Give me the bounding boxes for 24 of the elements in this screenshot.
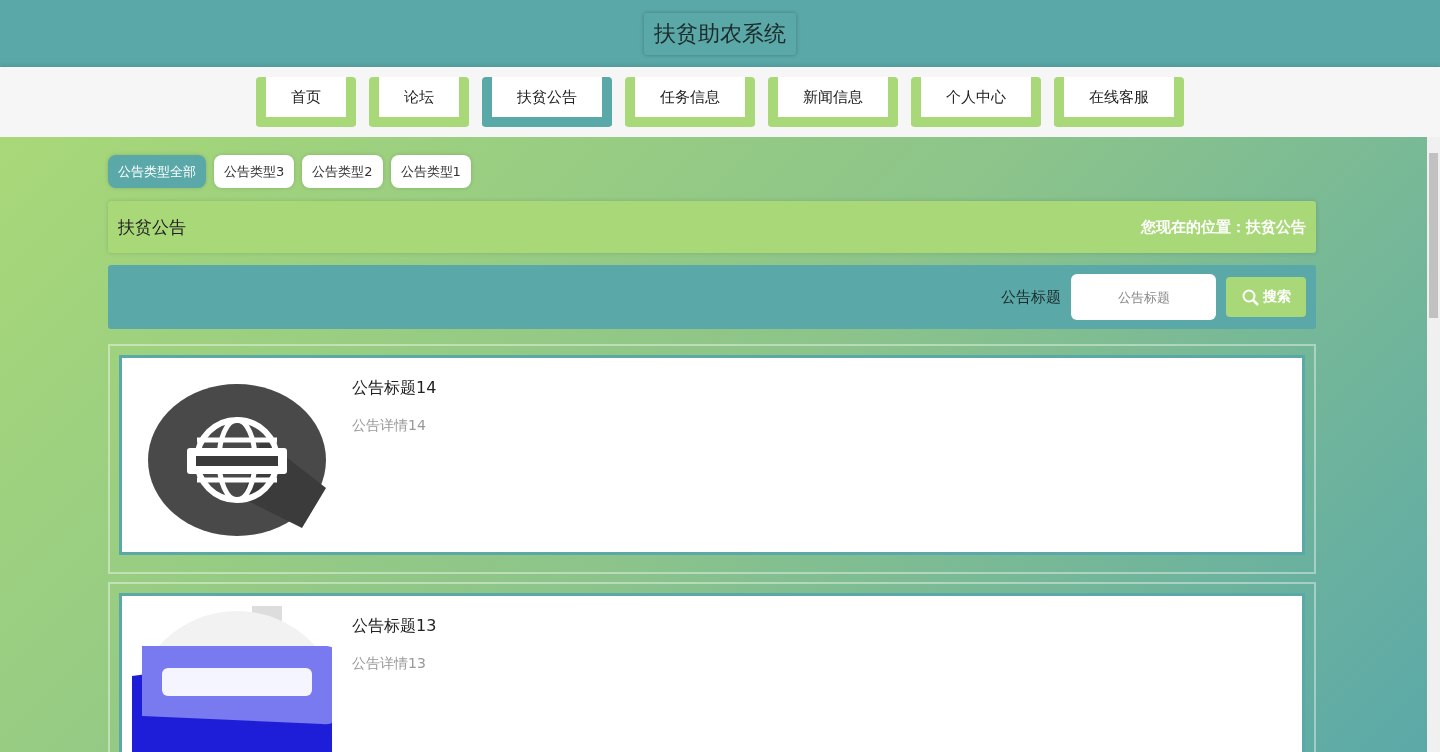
filter-chip[interactable]: 公告类型1 <box>390 155 471 188</box>
notice-detail: 公告详情13 <box>352 655 427 673</box>
search-icon <box>1241 288 1259 306</box>
site-title: 扶贫助农系统 <box>644 12 796 55</box>
search-field[interactable]: 公告标题 <box>1071 274 1216 320</box>
nav-tab[interactable]: 个人中心 <box>911 77 1041 127</box>
nav-tab[interactable]: 新闻信息 <box>768 77 898 127</box>
breadcrumb: 您现在的位置：扶贫公告 <box>1141 217 1306 237</box>
filter-chip[interactable]: 公告类型2 <box>302 155 383 188</box>
notice-card[interactable]: 公告标题13 公告详情13 <box>119 593 1305 752</box>
scrollbar[interactable] <box>1427 137 1440 752</box>
scroll-thumb[interactable] <box>1429 153 1438 318</box>
nav-tab[interactable]: 在线客服 <box>1054 77 1184 127</box>
notice-card[interactable]: 公告标题14 公告详情14 <box>119 355 1305 555</box>
search-label: 公告标题 <box>1001 287 1061 307</box>
filter-chip[interactable]: 公告类型3 <box>214 155 295 188</box>
nav-tab[interactable]: 任务信息 <box>625 77 755 127</box>
nav-tab[interactable]: 扶贫公告 <box>482 77 612 127</box>
nav-tab[interactable]: 首页 <box>256 77 356 127</box>
notice-detail: 公告详情14 <box>352 417 427 435</box>
nav-tab[interactable]: 论坛 <box>369 77 469 127</box>
notice-title[interactable]: 公告标题14 <box>352 378 437 399</box>
notice-title[interactable]: 公告标题13 <box>352 616 437 637</box>
section-title: 扶贫公告 <box>118 215 186 239</box>
